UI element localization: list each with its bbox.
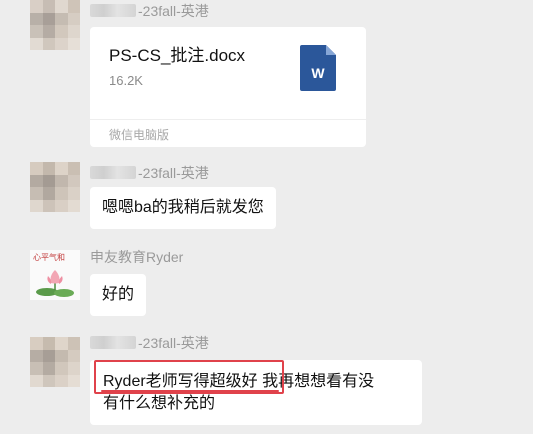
pixelated-avatar-image [30,162,80,212]
message-text: 嗯嗯ba的我稍后就发您 [102,199,264,216]
message-bubble[interactable]: 好的 [90,274,147,316]
pixelated-avatar-image [30,0,80,50]
message-text-line: 有什么想补充的 [103,395,216,412]
avatar[interactable] [30,162,80,212]
red-underline-stroke [101,390,279,392]
avatar[interactable] [30,337,80,387]
message-bubble[interactable]: 嗯嗯ba的我稍后就发您 [90,187,276,229]
sender-name: -23fall-英港 [90,163,209,183]
file-card[interactable]: PS-CS_批注.docx 16.2K W 微信电脑版 [90,27,366,147]
redacted-name [90,336,136,349]
redacted-name [90,166,136,179]
message-text: 好的 [102,286,135,303]
avatar[interactable]: 心平气和 [30,250,80,300]
file-size: 16.2K [109,73,143,88]
sender-name: -23fall-英港 [90,1,209,21]
word-icon-letter: W [311,65,325,81]
redacted-name [90,4,136,17]
avatar-caption: 心平气和 [33,253,65,262]
file-source-footer: 微信电脑版 [90,119,366,143]
sender-name: -23fall-英港 [90,333,209,353]
word-document-icon: W [300,45,336,91]
avatar[interactable] [30,0,80,50]
sender-name: 申友教育Ryder [90,249,184,265]
pixelated-avatar-image [30,337,80,387]
file-name: PS-CS_批注.docx [109,46,246,65]
red-highlight-box [94,360,284,394]
